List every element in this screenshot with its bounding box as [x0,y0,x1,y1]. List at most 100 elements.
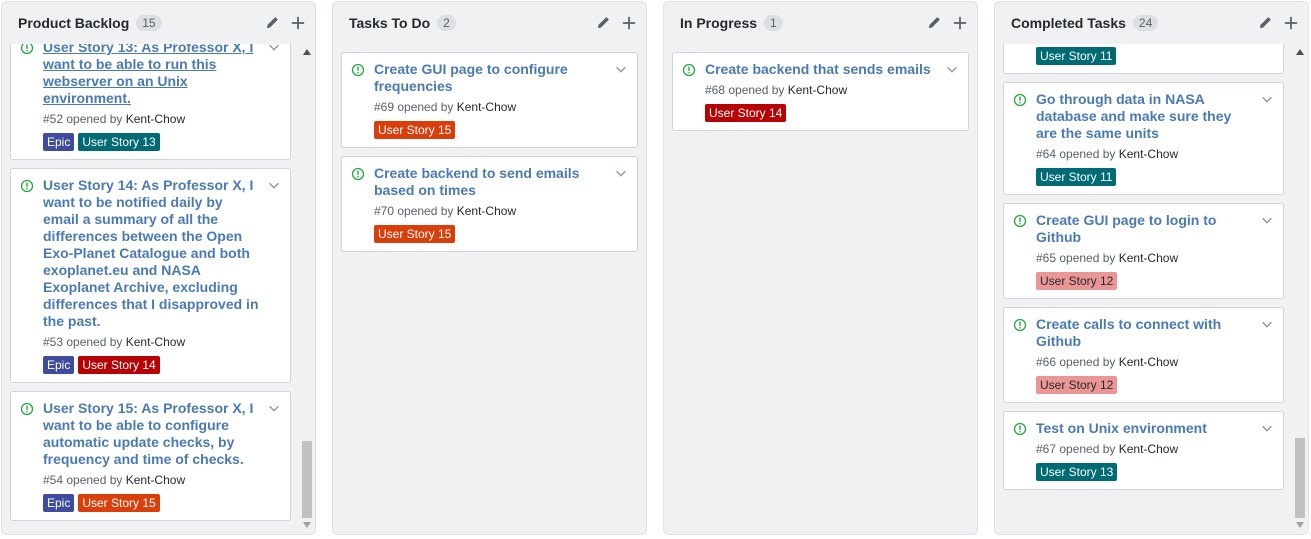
issue-author[interactable]: Kent-Chow [1119,147,1178,161]
edit-column-button[interactable] [1256,14,1274,32]
issue-card[interactable]: Create GUI page to configure frequencies… [341,52,638,148]
chevron-down-icon[interactable] [1260,92,1274,106]
issue-author[interactable]: Kent-Chow [788,83,847,97]
scroll-down-arrow[interactable] [300,519,314,531]
issue-title-link[interactable]: Create backend that sends emails [705,61,938,78]
label-user-story[interactable]: User Story 13 [78,133,160,151]
issue-author[interactable]: Kent-Chow [1119,251,1178,265]
label-user-story[interactable]: User Story 12 [1036,272,1118,290]
issue-card[interactable]: Create calls to connect with Github #66 … [1003,307,1284,403]
label-user-story[interactable]: User Story 15 [78,494,160,512]
issue-meta: #66 opened by Kent-Chow [1036,355,1253,370]
label-epic[interactable]: Epic [43,133,75,151]
issue-number: #53 opened by [43,335,126,349]
column-body: Create GUI page to configure frequencies… [341,52,638,534]
issue-meta: #64 opened by Kent-Chow [1036,147,1253,162]
scroll-up-arrow[interactable] [1293,46,1307,58]
column-scrollbar[interactable] [300,46,314,531]
chevron-down-icon[interactable] [1260,213,1274,227]
label-user-story[interactable]: User Story 13 [1036,463,1118,481]
issue-author[interactable]: Kent-Chow [126,473,185,487]
label-list: Epic User Story 14 [43,356,260,374]
edit-column-button[interactable] [925,14,943,32]
label-user-story[interactable]: User Story 14 [78,356,160,374]
label-user-story[interactable]: User Story 14 [705,104,787,122]
issue-number: #70 opened by [374,204,457,218]
add-card-button[interactable] [951,14,969,32]
issue-card[interactable]: Create backend that sends emails #68 ope… [672,52,969,131]
chevron-down-icon[interactable] [267,178,281,192]
label-list: User Story 15 [374,121,607,139]
issue-meta: #68 opened by Kent-Chow [705,83,938,98]
add-card-button[interactable] [289,14,307,32]
pencil-icon [597,17,609,29]
issue-title-link[interactable]: User Story 13: As Professor X, I want to… [43,44,260,107]
label-user-story[interactable]: User Story 15 [374,225,456,243]
label-epic[interactable]: Epic [43,356,75,374]
chevron-down-icon[interactable] [1260,317,1274,331]
issue-card[interactable]: Go through data in NASA database and mak… [1003,82,1284,195]
plus-icon [622,16,636,30]
issue-opened-icon [20,179,34,193]
scroll-down-arrow[interactable] [1293,519,1307,531]
chevron-down-icon[interactable] [267,401,281,415]
label-epic[interactable]: Epic [43,494,75,512]
column-title: Product Backlog [18,15,130,31]
triangle-down-icon [1296,522,1304,528]
issue-card[interactable]: Test on Unix environment #67 opened by K… [1003,411,1284,490]
issue-author[interactable]: Kent-Chow [126,112,185,126]
issue-title-link[interactable]: Create backend to send emails based on t… [374,165,607,199]
issue-title-link[interactable]: User Story 15: As Professor X, I want to… [43,400,260,468]
add-card-button[interactable] [620,14,638,32]
pencil-icon [1259,17,1271,29]
add-card-button[interactable] [1282,14,1300,32]
column-completed-tasks: Completed Tasks 24 User Story 11 Go thro… [994,1,1309,535]
issue-number: #68 opened by [705,83,788,97]
issue-card[interactable]: User Story 15: As Professor X, I want to… [10,391,291,521]
scrollbar-thumb[interactable] [302,441,312,518]
issue-meta: #54 opened by Kent-Chow [43,473,260,488]
label-list: User Story 12 [1036,272,1253,290]
issue-number: #67 opened by [1036,442,1119,456]
pencil-icon [928,17,940,29]
issue-title-link[interactable]: Go through data in NASA database and mak… [1036,91,1253,142]
issue-author[interactable]: Kent-Chow [457,100,516,114]
scrollbar-thumb[interactable] [1295,438,1305,518]
label-user-story[interactable]: User Story 11 [1036,47,1117,65]
issue-author[interactable]: Kent-Chow [1119,442,1178,456]
plus-icon [291,16,305,30]
issue-card[interactable]: User Story 14: As Professor X, I want to… [10,168,291,383]
chevron-down-icon[interactable] [614,62,628,76]
issue-title-link[interactable]: Create calls to connect with Github [1036,316,1253,350]
label-user-story[interactable]: User Story 12 [1036,376,1118,394]
issue-card[interactable]: Create GUI page to login to Github #65 o… [1003,203,1284,299]
label-list: Epic User Story 15 [43,494,260,512]
column-scrollbar[interactable] [1293,46,1307,531]
label-user-story[interactable]: User Story 15 [374,121,456,139]
triangle-down-icon [303,522,311,528]
chevron-down-icon[interactable] [945,62,959,76]
edit-column-button[interactable] [263,14,281,32]
issue-author[interactable]: Kent-Chow [1119,355,1178,369]
issue-author[interactable]: Kent-Chow [457,204,516,218]
edit-column-button[interactable] [594,14,612,32]
issue-meta: #67 opened by Kent-Chow [1036,442,1253,457]
issue-title-link[interactable]: Create GUI page to login to Github [1036,212,1253,246]
label-user-story[interactable]: User Story 11 [1036,168,1117,186]
issue-card[interactable]: User Story 13: As Professor X, I want to… [10,44,291,160]
scroll-up-arrow[interactable] [300,46,314,58]
issue-author[interactable]: Kent-Chow [126,335,185,349]
label-list: User Story 11 [1036,47,1253,65]
issue-meta: #65 opened by Kent-Chow [1036,251,1253,266]
label-list: User Story 15 [374,225,607,243]
issue-title-link[interactable]: User Story 14: As Professor X, I want to… [43,177,260,330]
issue-title-link[interactable]: Create GUI page to configure frequencies [374,61,607,95]
chevron-down-icon[interactable] [1260,421,1274,435]
issue-number: #52 opened by [43,112,126,126]
issue-title-link[interactable]: Test on Unix environment [1036,420,1253,437]
issue-card[interactable]: Create backend to send emails based on t… [341,156,638,252]
issue-card-partial[interactable]: User Story 11 [1003,44,1284,74]
issue-opened-icon [1013,422,1027,436]
chevron-down-icon[interactable] [267,44,281,54]
chevron-down-icon[interactable] [614,166,628,180]
